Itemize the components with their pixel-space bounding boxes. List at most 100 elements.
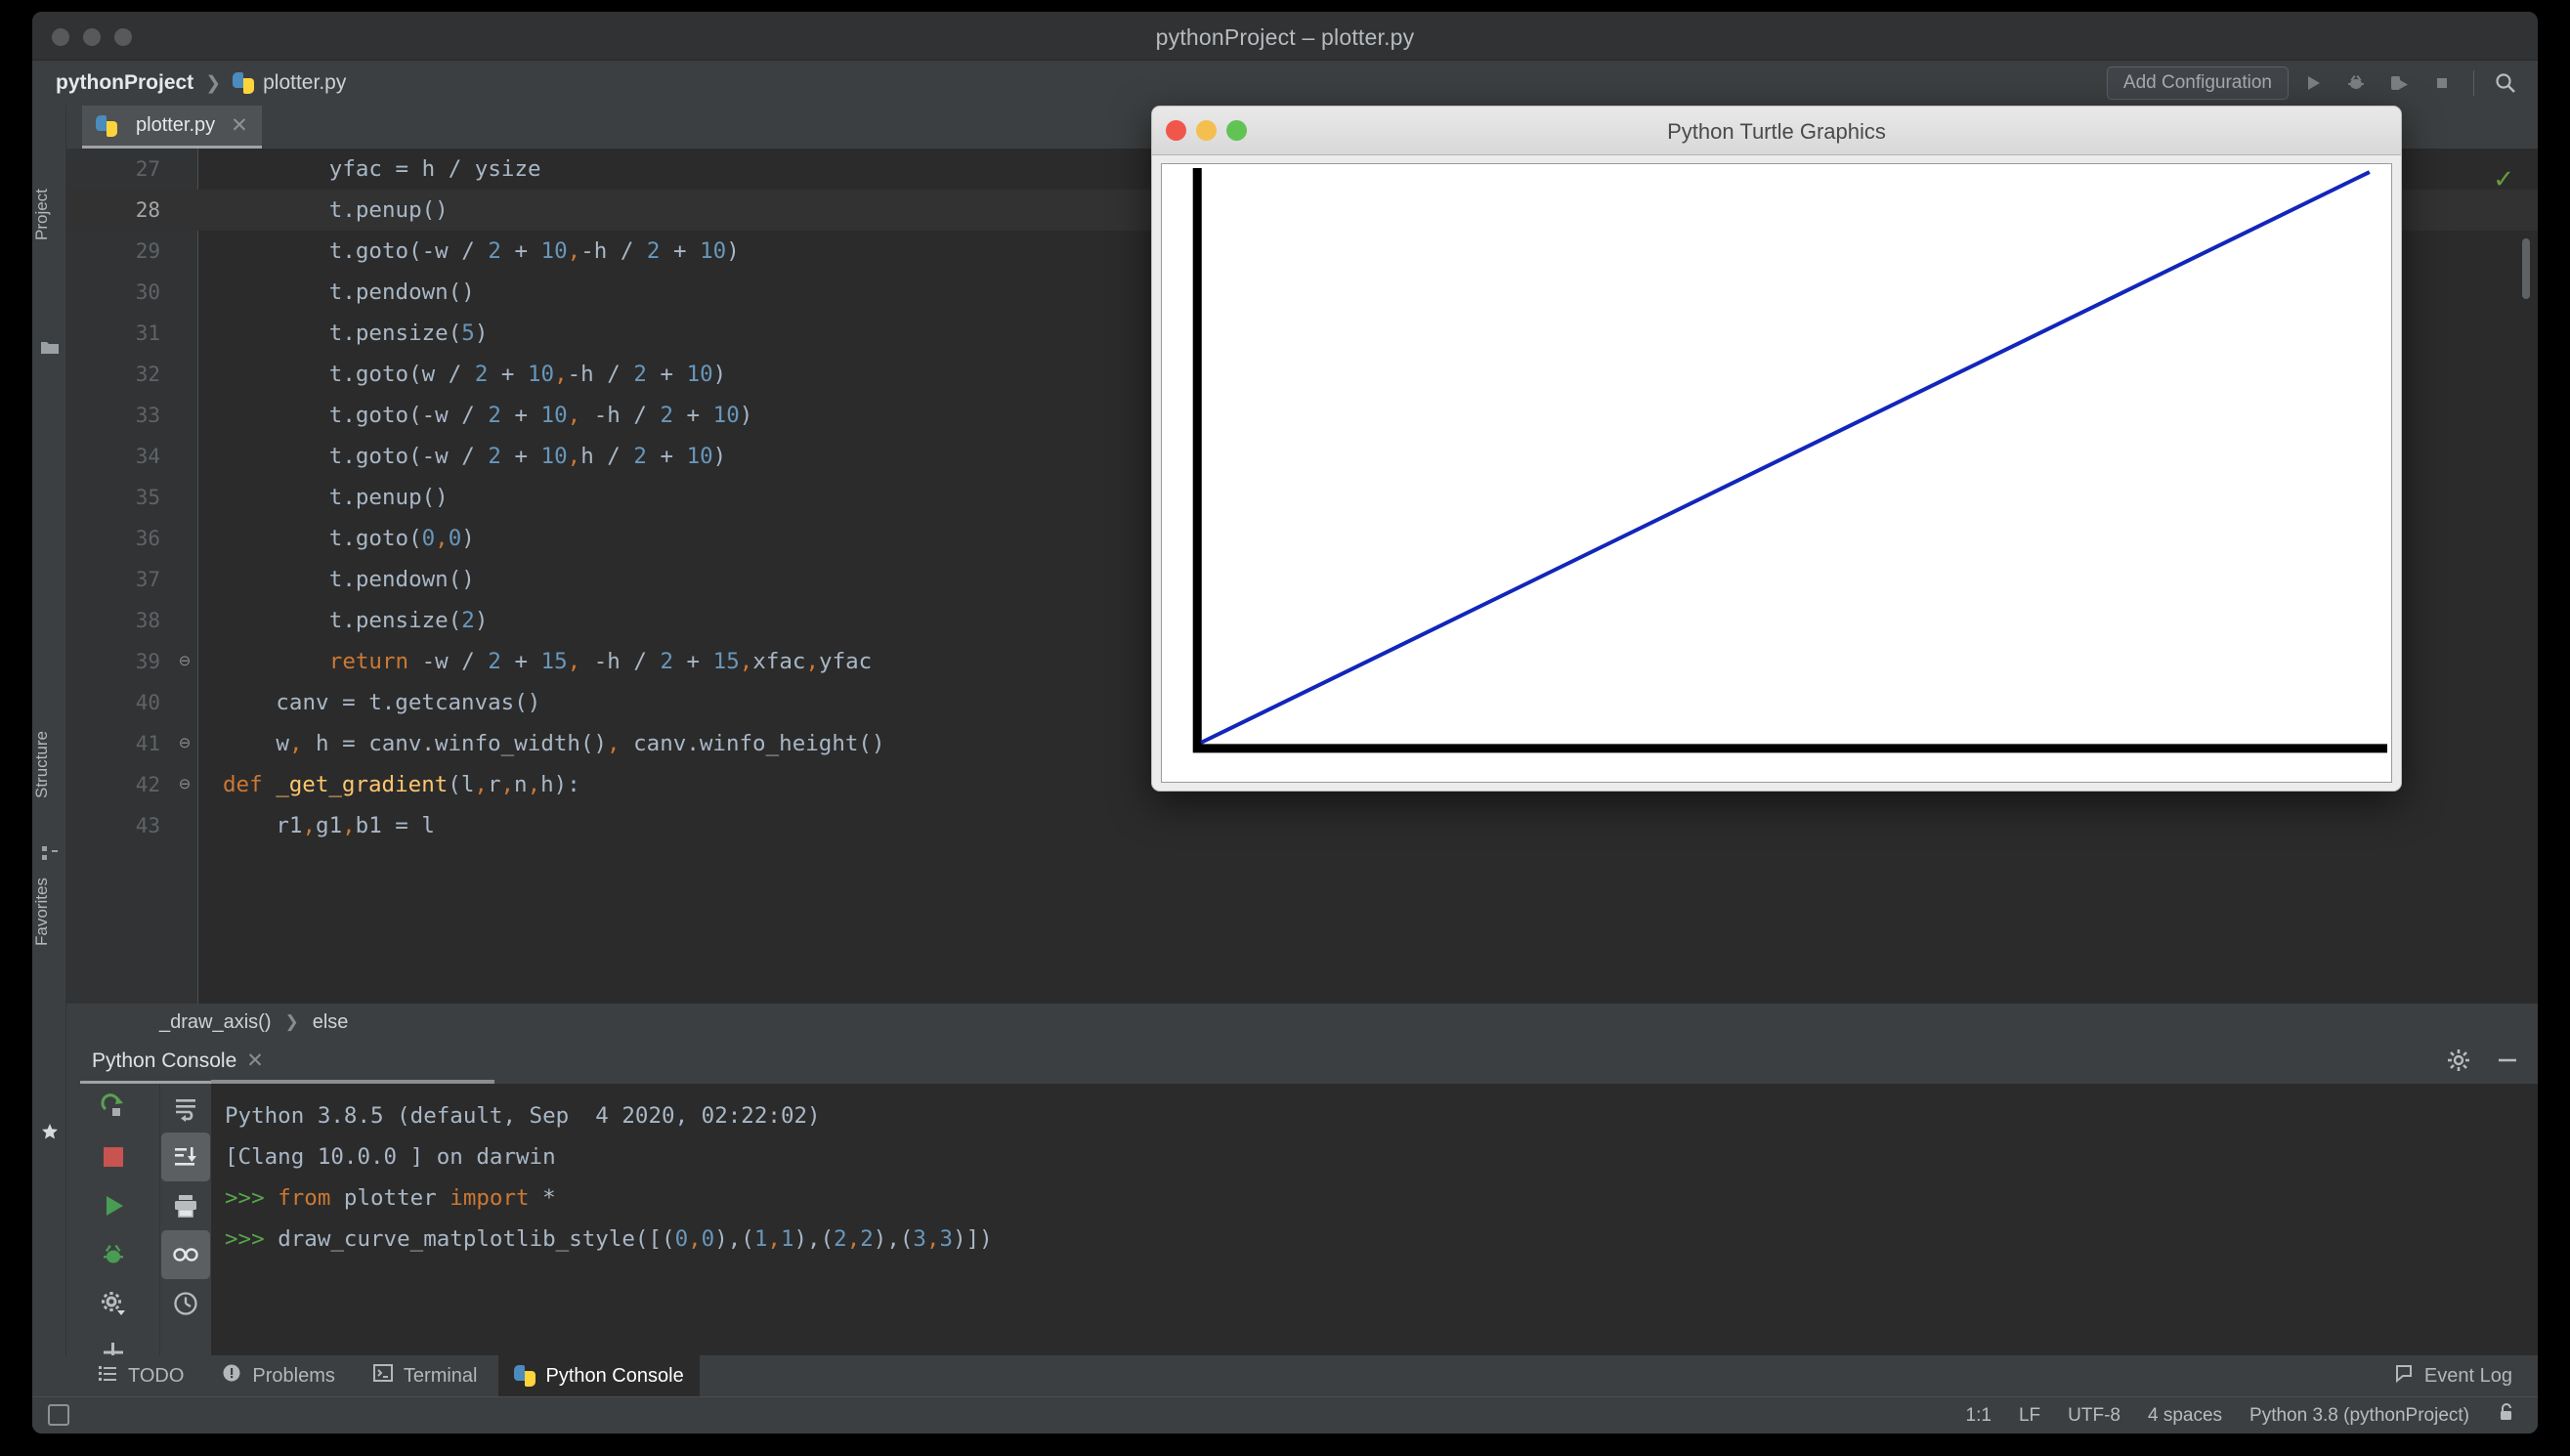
tool-window-todo[interactable]: TODO bbox=[81, 1355, 199, 1396]
line-number: 33 bbox=[66, 395, 160, 436]
sidebar-item-structure[interactable]: Structure bbox=[32, 702, 66, 829]
code-text: def _get_gradient(l,r,n,h): bbox=[223, 764, 580, 805]
run-icon[interactable] bbox=[2294, 66, 2332, 100]
code-fold-icon[interactable]: ⊖ bbox=[176, 653, 193, 670]
code-text: t.goto(w / 2 + 10,-h / 2 + 10) bbox=[329, 354, 726, 395]
problems-warning-icon bbox=[221, 1362, 242, 1390]
code-breadcrumb-block[interactable]: else bbox=[313, 1011, 349, 1034]
sidebar-item-project[interactable]: Project bbox=[32, 156, 66, 274]
line-number: 36 bbox=[66, 518, 160, 559]
code-line[interactable]: 43 r1,g1,b1 = l bbox=[66, 805, 2538, 846]
stop-icon[interactable] bbox=[2423, 66, 2461, 100]
sidebar-item-favorites[interactable]: Favorites bbox=[32, 848, 66, 975]
window-title: pythonProject – plotter.py bbox=[32, 24, 2538, 51]
search-icon[interactable] bbox=[2487, 66, 2524, 100]
file-encoding[interactable]: UTF-8 bbox=[2068, 1405, 2120, 1427]
code-text: t.pensize(2) bbox=[329, 600, 489, 641]
line-number: 32 bbox=[66, 354, 160, 395]
close-icon[interactable]: ✕ bbox=[231, 113, 248, 138]
console-line: Python 3.8.5 (default, Sep 4 2020, 02:22… bbox=[225, 1095, 2538, 1136]
turtle-plot bbox=[1162, 164, 2391, 782]
hide-windows-icon[interactable] bbox=[48, 1404, 69, 1426]
stop-icon[interactable] bbox=[66, 1133, 160, 1181]
tab-python-console[interactable]: Python Console ✕ bbox=[80, 1041, 276, 1084]
line-number: 27 bbox=[66, 149, 160, 190]
code-text: t.penup() bbox=[329, 190, 449, 231]
caret-position[interactable]: 1:1 bbox=[1966, 1405, 1992, 1427]
console-panel-actions bbox=[2446, 1048, 2520, 1078]
print-icon[interactable] bbox=[161, 1181, 210, 1230]
star-icon[interactable] bbox=[40, 1122, 60, 1141]
run-with-coverage-icon[interactable] bbox=[2380, 66, 2418, 100]
python-icon bbox=[514, 1365, 535, 1387]
tool-window-problems[interactable]: Problems bbox=[205, 1355, 350, 1396]
debug-icon[interactable] bbox=[66, 1230, 160, 1279]
close-icon[interactable]: ✕ bbox=[246, 1049, 264, 1073]
line-number: 43 bbox=[66, 805, 160, 846]
line-number: 29 bbox=[66, 231, 160, 272]
navigation-bar: pythonProject ❯ plotter.py Add Configura… bbox=[32, 61, 2538, 106]
use-soft-wraps-glasses-icon[interactable] bbox=[161, 1230, 210, 1279]
code-text: t.pendown() bbox=[329, 559, 475, 600]
python-interpreter[interactable]: Python 3.8 (pythonProject) bbox=[2249, 1405, 2469, 1427]
breadcrumb-file[interactable]: plotter.py bbox=[263, 71, 346, 95]
event-log-label: Event Log bbox=[2424, 1365, 2512, 1388]
unlocked-padlock-icon[interactable] bbox=[2497, 1402, 2516, 1429]
execute-icon[interactable] bbox=[66, 1181, 160, 1230]
tool-window-label: Terminal bbox=[404, 1365, 478, 1388]
plot-curve bbox=[1201, 172, 2370, 743]
soft-wrap-icon[interactable] bbox=[161, 1084, 210, 1133]
code-fold-icon[interactable]: ⊖ bbox=[176, 776, 193, 793]
settings-icon[interactable] bbox=[66, 1279, 160, 1328]
python-file-icon bbox=[233, 72, 254, 94]
console-lines-container: Python 3.8.5 (default, Sep 4 2020, 02:22… bbox=[225, 1095, 2538, 1260]
editor-tab-label: plotter.py bbox=[136, 114, 215, 137]
scroll-to-end-icon[interactable] bbox=[161, 1133, 210, 1181]
event-log-button[interactable]: Event Log bbox=[2393, 1362, 2512, 1390]
add-configuration-button[interactable]: Add Configuration bbox=[2107, 66, 2289, 100]
line-number: 38 bbox=[66, 600, 160, 641]
editor-scrollbar-thumb[interactable] bbox=[2522, 238, 2530, 299]
debug-icon[interactable] bbox=[2337, 66, 2375, 100]
line-separator[interactable]: LF bbox=[2019, 1405, 2040, 1427]
line-number: 39 bbox=[66, 641, 160, 682]
code-text: t.goto(-w / 2 + 10, -h / 2 + 10) bbox=[329, 395, 753, 436]
line-number: 28 bbox=[66, 190, 160, 231]
chevron-right-icon: ❯ bbox=[284, 1012, 298, 1032]
code-text: canv = t.getcanvas() bbox=[276, 682, 540, 723]
run-toolbar: Add Configuration bbox=[2107, 61, 2524, 106]
code-text: t.goto(-w / 2 + 10,h / 2 + 10) bbox=[329, 436, 726, 477]
history-clock-icon[interactable] bbox=[161, 1279, 210, 1328]
turtle-titlebar: Python Turtle Graphics bbox=[1152, 107, 2401, 155]
line-number: 35 bbox=[66, 477, 160, 518]
line-number: 37 bbox=[66, 559, 160, 600]
code-breadcrumb-function[interactable]: _draw_axis() bbox=[159, 1011, 271, 1034]
line-number: 31 bbox=[66, 313, 160, 354]
breadcrumb: _draw_axis() ❯ else bbox=[66, 1004, 2538, 1041]
breadcrumb-project[interactable]: pythonProject bbox=[56, 71, 193, 95]
indent-setting[interactable]: 4 spaces bbox=[2148, 1405, 2222, 1427]
gear-icon[interactable] bbox=[2446, 1048, 2471, 1078]
line-number: 42 bbox=[66, 764, 160, 805]
todo-list-icon bbox=[97, 1362, 118, 1390]
turtle-window-title: Python Turtle Graphics bbox=[1152, 119, 2401, 145]
turtle-graphics-window[interactable]: Python Turtle Graphics bbox=[1151, 106, 2402, 792]
toolbar-divider bbox=[2473, 70, 2474, 96]
tool-window-terminal[interactable]: Terminal bbox=[357, 1355, 493, 1396]
breadcrumb-separator: ❯ bbox=[205, 72, 221, 95]
tool-window-label: Python Console bbox=[545, 1365, 683, 1388]
code-text: r1,g1,b1 = l bbox=[276, 805, 435, 846]
console-tab-label: Python Console bbox=[92, 1049, 236, 1073]
line-number: 30 bbox=[66, 272, 160, 313]
code-text: return -w / 2 + 15, -h / 2 + 15,xfac,yfa… bbox=[329, 641, 872, 682]
code-text: t.goto(-w / 2 + 10,-h / 2 + 10) bbox=[329, 231, 740, 272]
turtle-canvas[interactable] bbox=[1161, 163, 2392, 783]
tool-window-python-console[interactable]: Python Console bbox=[498, 1355, 699, 1396]
folder-icon[interactable] bbox=[40, 338, 60, 358]
minimize-icon[interactable] bbox=[2495, 1048, 2520, 1078]
editor-tab-plotter[interactable]: plotter.py ✕ bbox=[82, 106, 262, 149]
code-text: t.pendown() bbox=[329, 272, 475, 313]
line-number: 40 bbox=[66, 682, 160, 723]
rerun-icon[interactable] bbox=[66, 1084, 160, 1133]
code-fold-icon[interactable]: ⊖ bbox=[176, 735, 193, 752]
